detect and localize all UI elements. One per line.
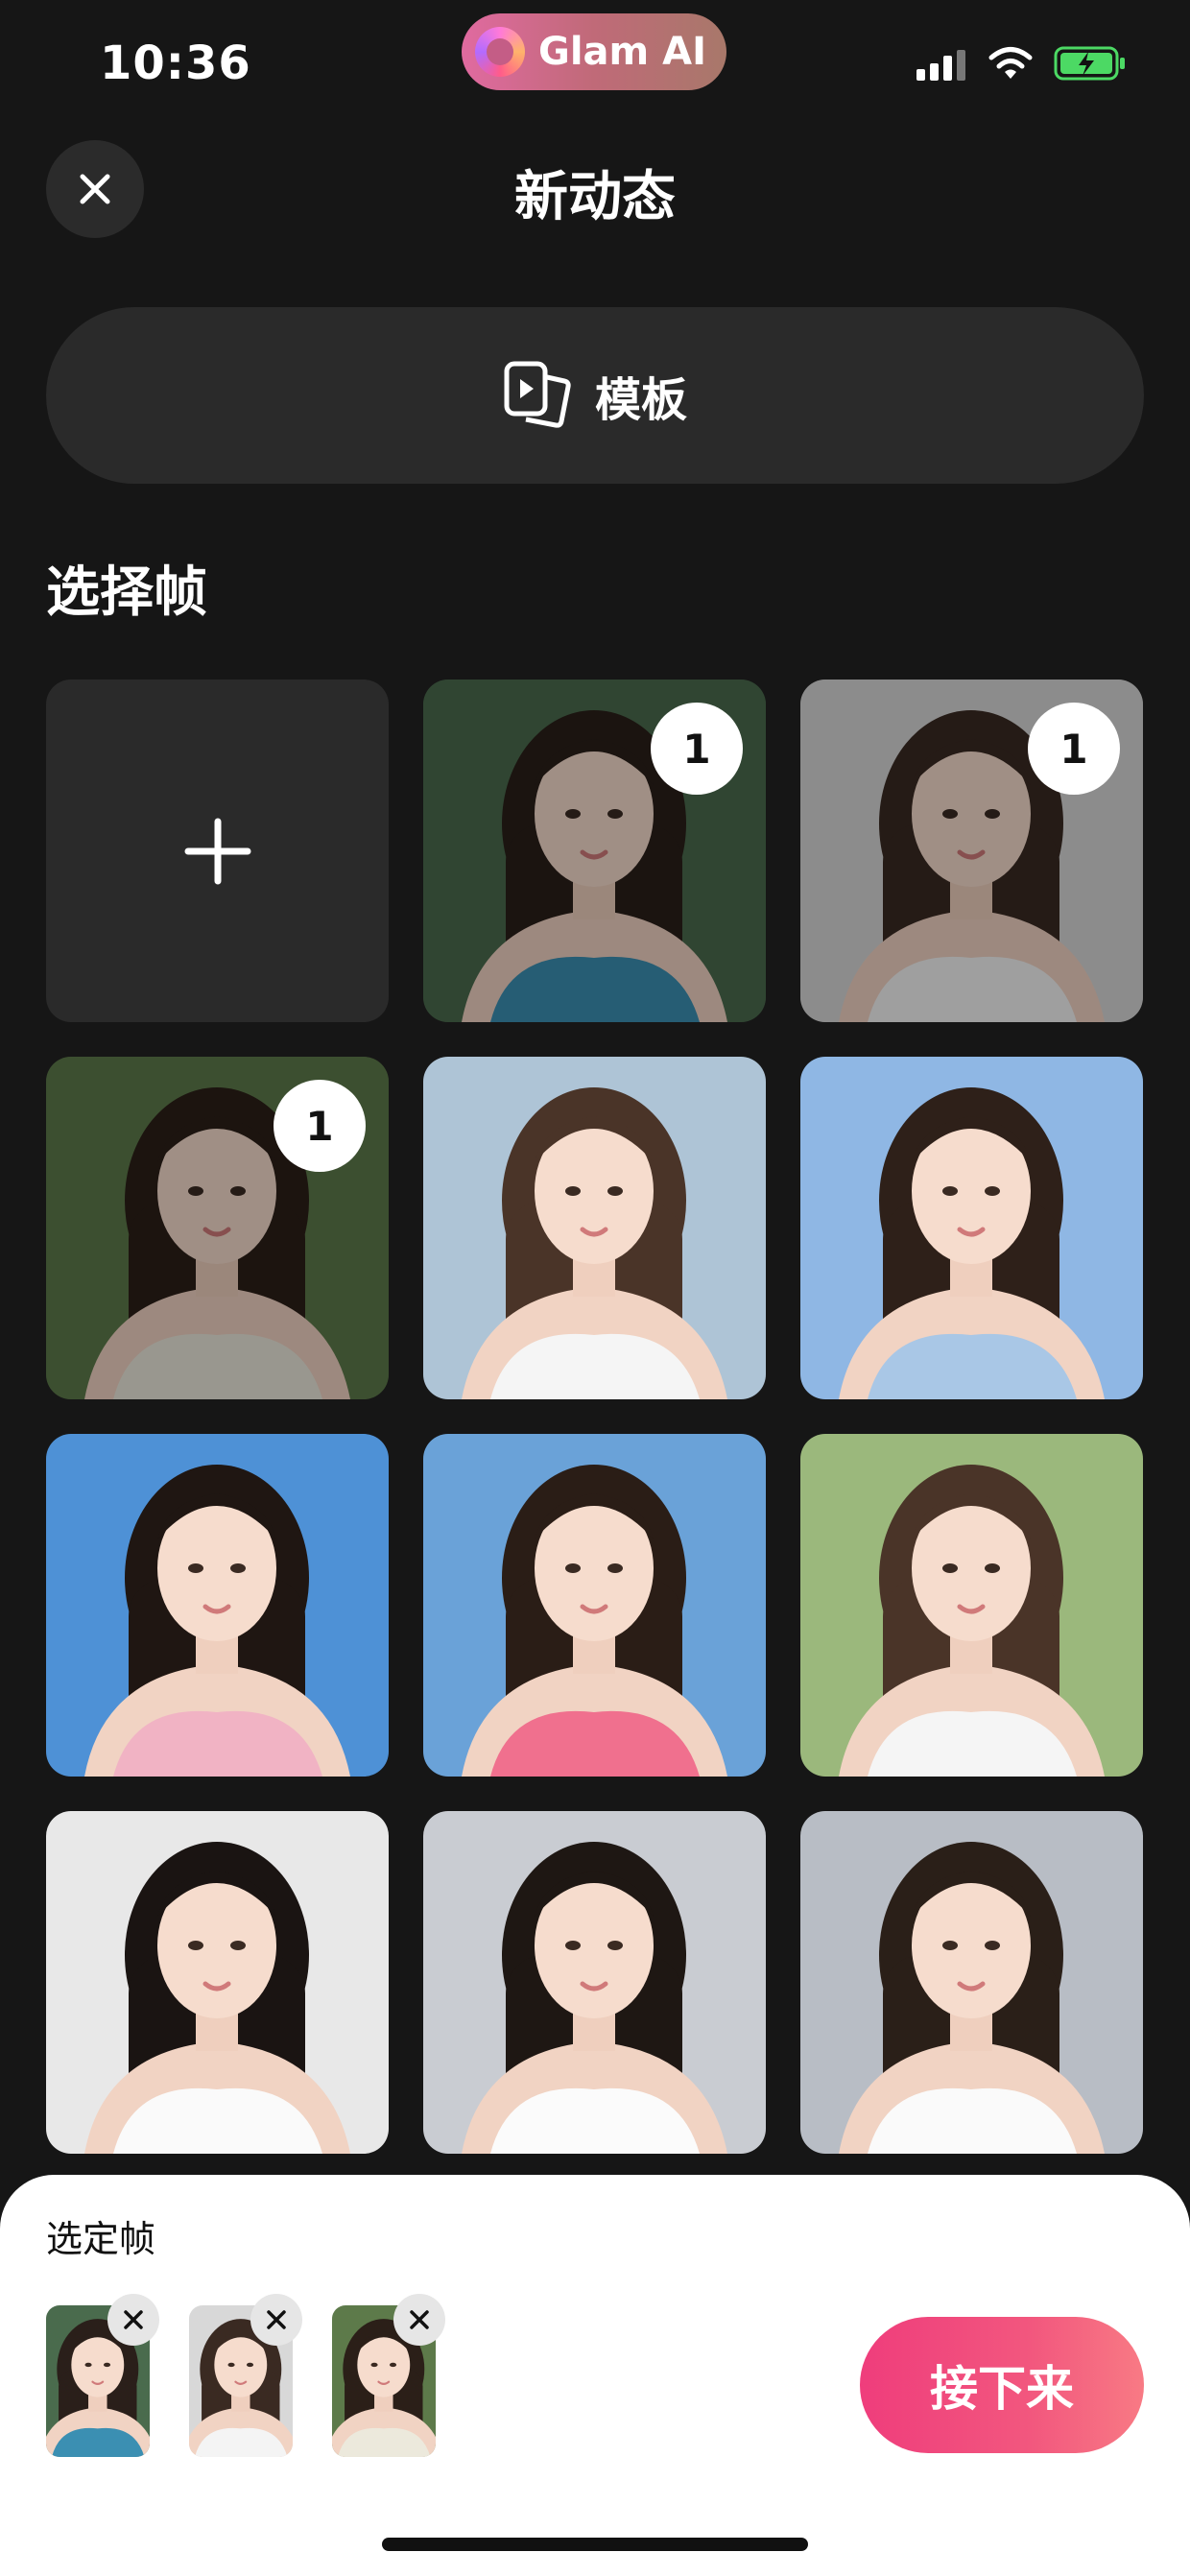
- section-title: 选择帧: [46, 561, 207, 624]
- frame-tile[interactable]: [423, 1811, 766, 2154]
- frame-tile[interactable]: [423, 1434, 766, 1777]
- frame-tile[interactable]: [800, 1057, 1143, 1399]
- selection-count-badge: 1: [1028, 703, 1120, 795]
- template-button[interactable]: 模板: [46, 307, 1144, 484]
- frame-tile[interactable]: [800, 1811, 1143, 2154]
- home-indicator: [382, 2538, 808, 2551]
- remove-thumbnail-button[interactable]: [250, 2294, 302, 2346]
- template-video-icon: [504, 361, 571, 428]
- frame-photo: [423, 1811, 766, 2154]
- add-frame-button[interactable]: [46, 680, 389, 1022]
- selection-count-badge: 1: [274, 1080, 366, 1172]
- close-icon: [267, 2310, 286, 2329]
- frame-photo: [46, 1811, 389, 2154]
- template-button-label: 模板: [594, 373, 687, 427]
- close-icon: [124, 2310, 143, 2329]
- frame-photo: [423, 1434, 766, 1777]
- frame-tile[interactable]: [46, 1811, 389, 2154]
- selection-count-badge: 1: [651, 703, 743, 795]
- wifi-icon: [988, 47, 1033, 79]
- frame-photo: [800, 1811, 1143, 2154]
- frame-photo: [800, 1434, 1143, 1777]
- cellular-signal-icon: [916, 50, 965, 81]
- remove-thumbnail-button[interactable]: [107, 2294, 159, 2346]
- remove-thumbnail-button[interactable]: [393, 2294, 445, 2346]
- page-title: 新动态: [514, 166, 676, 228]
- frame-tile[interactable]: 1: [46, 1057, 389, 1399]
- frame-tile[interactable]: [423, 1057, 766, 1399]
- battery-charging-icon: [1054, 46, 1125, 81]
- plus-icon: [184, 818, 250, 884]
- frame-tile[interactable]: 1: [423, 680, 766, 1022]
- frame-photo: [800, 1057, 1143, 1399]
- selected-frames-title: 选定帧: [46, 2218, 156, 2260]
- app-pill[interactable]: Glam AI: [462, 13, 726, 90]
- frame-photo: [46, 1434, 389, 1777]
- frame-tile[interactable]: 1: [800, 680, 1143, 1022]
- frame-tile[interactable]: [800, 1434, 1143, 1777]
- close-icon: [410, 2310, 429, 2329]
- frame-tile[interactable]: [46, 1434, 389, 1777]
- glam-ai-logo-icon: [475, 27, 525, 77]
- status-time: 10:36: [100, 36, 251, 90]
- app-pill-label: Glam AI: [538, 30, 706, 74]
- frame-photo: [423, 1057, 766, 1399]
- next-button[interactable]: 接下来: [860, 2317, 1144, 2453]
